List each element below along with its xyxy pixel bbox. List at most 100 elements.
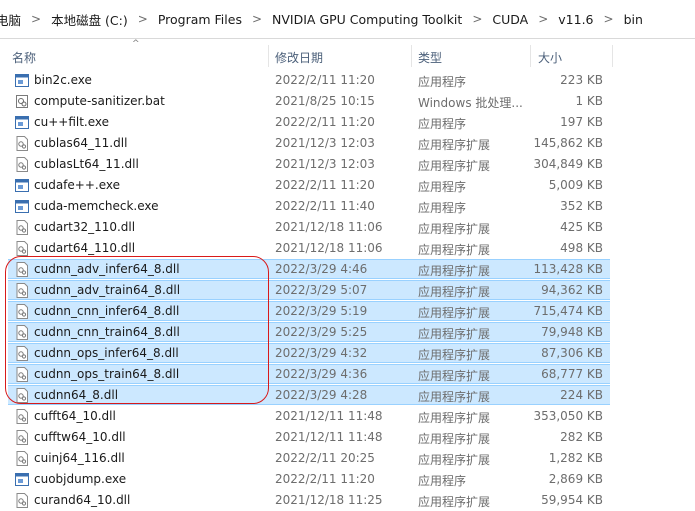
file-name: cudnn_adv_train64_8.dll	[34, 283, 181, 297]
file-size: 1,282 KB	[548, 451, 603, 465]
file-name: cudnn64_8.dll	[34, 388, 119, 402]
file-type: 应用程序扩展	[418, 243, 491, 257]
file-row[interactable]: cudafe++.exe 2022/2/11 11:20 应用程序 5,009 KB	[0, 175, 695, 196]
file-name: curand64_10.dll	[34, 493, 131, 507]
file-date: 2022/2/11 11:20	[275, 472, 375, 486]
breadcrumb-drive[interactable]: 本地磁盘 (C:)	[47, 10, 132, 29]
file-size: 68,777 KB	[541, 367, 603, 381]
breadcrumb-bin[interactable]: bin	[620, 12, 647, 27]
dll-icon	[15, 136, 29, 151]
file-date: 2021/12/18 11:25	[275, 493, 383, 507]
file-date: 2022/3/29 4:32	[275, 346, 368, 360]
bat-icon	[15, 94, 29, 109]
file-type: 应用程序扩展	[418, 264, 491, 278]
file-row[interactable]: cudart32_110.dll 2021/12/18 11:06 应用程序扩展 42…	[0, 217, 695, 238]
column-divider[interactable]	[530, 45, 531, 67]
chevron-right-icon[interactable]: >	[25, 12, 47, 26]
file-name: cuinj64_116.dll	[34, 451, 125, 465]
column-header-type[interactable]: 类型	[418, 49, 442, 66]
file-row[interactable]: cufftw64_10.dll 2021/12/11 11:48 应用程序扩展 282…	[0, 427, 695, 448]
file-name: cuda-memcheck.exe	[34, 199, 159, 213]
file-date: 2022/3/29 5:07	[275, 283, 368, 297]
file-row[interactable]: cublas64_11.dll 2021/12/3 12:03 应用程序扩展 145,…	[0, 133, 695, 154]
file-date: 2022/3/29 4:28	[275, 388, 368, 402]
column-header-size[interactable]: 大小	[538, 49, 562, 66]
address-bar[interactable]: 电脑 > 本地磁盘 (C:) > Program Files > NVIDIA …	[0, 0, 695, 39]
dll-icon	[15, 367, 29, 382]
breadcrumb-version[interactable]: v11.6	[554, 12, 597, 27]
file-size: 5,009 KB	[548, 178, 603, 192]
file-row[interactable]: cudnn_cnn_infer64_8.dll 2022/3/29 5:19 应用程…	[0, 301, 695, 322]
file-date: 2021/12/3 12:03	[275, 136, 375, 150]
column-header-date[interactable]: 修改日期	[275, 49, 323, 66]
chevron-right-icon[interactable]: >	[598, 12, 620, 26]
exe-icon	[15, 178, 29, 193]
file-size: 197 KB	[560, 115, 603, 129]
column-divider[interactable]	[411, 45, 412, 67]
file-date: 2022/2/11 20:25	[275, 451, 375, 465]
file-size: 353,050 KB	[533, 409, 603, 423]
dll-icon	[15, 388, 29, 403]
file-size: 304,849 KB	[533, 157, 603, 171]
file-size: 79,948 KB	[541, 325, 603, 339]
file-name: cudart32_110.dll	[34, 220, 136, 234]
dll-icon	[15, 220, 29, 235]
file-name: cufft64_10.dll	[34, 409, 116, 423]
file-name: cudnn_cnn_infer64_8.dll	[34, 304, 180, 318]
file-row[interactable]: cudnn64_8.dll 2022/3/29 4:28 应用程序扩展 224 KB	[0, 385, 695, 406]
file-type: 应用程序扩展	[418, 327, 491, 341]
file-type: 应用程序	[418, 201, 467, 215]
file-type: 应用程序扩展	[418, 222, 491, 236]
file-date: 2021/12/11 11:48	[275, 409, 383, 423]
file-type: 应用程序扩展	[418, 285, 491, 299]
file-date: 2021/12/3 12:03	[275, 157, 375, 171]
file-size: 715,474 KB	[533, 304, 603, 318]
file-name: compute-sanitizer.bat	[34, 94, 165, 108]
exe-icon	[15, 472, 29, 487]
file-name: cudnn_cnn_train64_8.dll	[34, 325, 180, 339]
chevron-right-icon[interactable]: >	[246, 12, 268, 26]
file-date: 2021/12/18 11:06	[275, 220, 383, 234]
file-row[interactable]: cu++filt.exe 2022/2/11 11:20 应用程序 197 KB	[0, 112, 695, 133]
exe-icon	[15, 73, 29, 88]
file-type: 应用程序扩展	[418, 411, 491, 425]
file-name: cu++filt.exe	[34, 115, 110, 129]
file-row[interactable]: cudnn_ops_infer64_8.dll 2022/3/29 4:32 应用程…	[0, 343, 695, 364]
column-header-name[interactable]: 名称	[12, 49, 36, 66]
file-row[interactable]: cudnn_adv_infer64_8.dll 2022/3/29 4:46 应用程…	[0, 259, 695, 280]
breadcrumb-nvidia-toolkit[interactable]: NVIDIA GPU Computing Toolkit	[268, 12, 466, 27]
file-name: cuobjdump.exe	[34, 472, 127, 486]
file-row[interactable]: cudart64_110.dll 2021/12/18 11:06 应用程序扩展 49…	[0, 238, 695, 259]
dll-icon	[15, 430, 29, 445]
file-type: 应用程序	[418, 117, 467, 131]
file-row[interactable]: cudnn_ops_train64_8.dll 2022/3/29 4:36 应用程…	[0, 364, 695, 385]
column-divider[interactable]	[268, 45, 269, 67]
file-size: 223 KB	[560, 73, 603, 87]
file-row[interactable]: cublasLt64_11.dll 2021/12/3 12:03 应用程序扩展 30…	[0, 154, 695, 175]
chevron-right-icon[interactable]: >	[132, 12, 154, 26]
file-type: 应用程序扩展	[418, 453, 491, 467]
chevron-right-icon[interactable]: >	[532, 12, 554, 26]
file-type: 应用程序扩展	[418, 138, 491, 152]
column-divider[interactable]	[612, 45, 613, 67]
file-row[interactable]: bin2c.exe 2022/2/11 11:20 应用程序 223 KB	[0, 70, 695, 91]
breadcrumb-cuda[interactable]: CUDA	[488, 12, 532, 27]
breadcrumb-program-files[interactable]: Program Files	[154, 12, 246, 27]
file-name: cudart64_110.dll	[34, 241, 136, 255]
column-header-row: ^ 名称 修改日期 类型 大小	[0, 39, 695, 67]
dll-icon	[15, 157, 29, 172]
file-row[interactable]: cuda-memcheck.exe 2022/2/11 11:40 应用程序 352 …	[0, 196, 695, 217]
file-date: 2022/3/29 5:25	[275, 325, 368, 339]
file-row[interactable]: cufft64_10.dll 2021/12/11 11:48 应用程序扩展 353,…	[0, 406, 695, 427]
breadcrumb-computer[interactable]: 电脑	[0, 10, 25, 29]
file-row[interactable]: compute-sanitizer.bat 2021/8/25 10:15 Wind…	[0, 91, 695, 112]
file-name: cudnn_ops_infer64_8.dll	[34, 346, 179, 360]
dll-icon	[15, 346, 29, 361]
file-row[interactable]: cudnn_cnn_train64_8.dll 2022/3/29 5:25 应用程…	[0, 322, 695, 343]
chevron-right-icon[interactable]: >	[466, 12, 488, 26]
dll-icon	[15, 409, 29, 424]
file-row[interactable]: cuobjdump.exe 2022/2/11 11:20 应用程序 2,869 KB	[0, 469, 695, 490]
file-row[interactable]: cuinj64_116.dll 2022/2/11 20:25 应用程序扩展 1,28…	[0, 448, 695, 469]
file-date: 2022/2/11 11:20	[275, 115, 375, 129]
file-row[interactable]: cudnn_adv_train64_8.dll 2022/3/29 5:07 应用程…	[0, 280, 695, 301]
